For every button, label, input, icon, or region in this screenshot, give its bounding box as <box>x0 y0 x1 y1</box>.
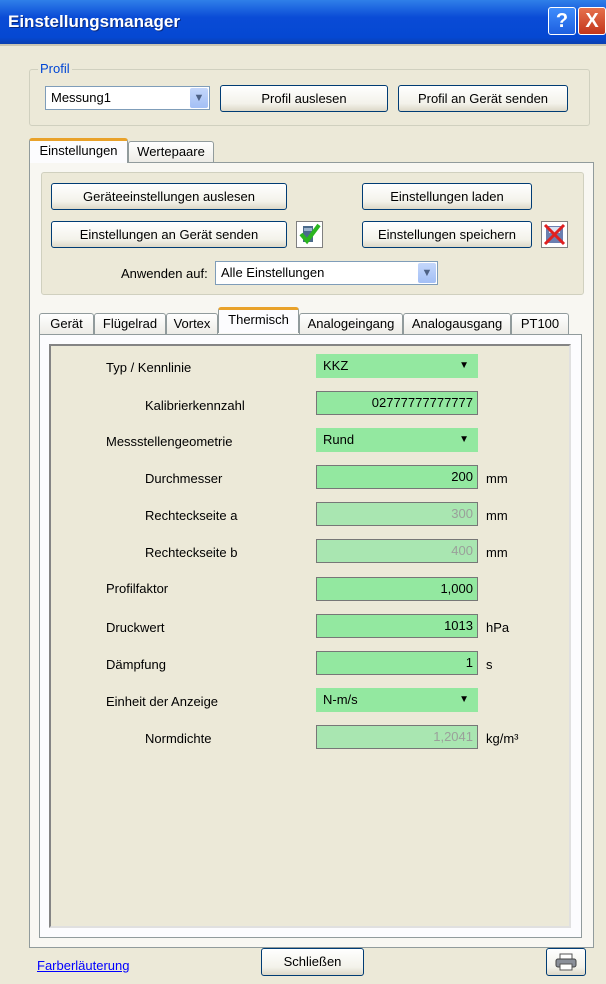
subtab-pt100[interactable]: PT100 <box>511 313 569 335</box>
chevron-down-icon[interactable]: ▼ <box>190 88 208 108</box>
daempfung-field[interactable]: 1 <box>316 651 478 675</box>
settings-manager-window: Einstellungsmanager ? X Profil Messung1 … <box>0 0 606 984</box>
subtab-thermisch[interactable]: Thermisch <box>218 307 299 333</box>
typ-kennlinie-label: Typ / Kennlinie <box>106 360 192 375</box>
rechteckseite-a-field: 300 <box>316 502 478 526</box>
subtab-vortex[interactable]: Vortex <box>166 313 218 335</box>
profilfaktor-label: Profilfaktor <box>106 581 169 596</box>
typ-kennlinie-value: KKZ <box>323 358 349 373</box>
title-separator <box>0 44 606 46</box>
dropdown-arrow-icon[interactable]: ▼ <box>459 355 469 377</box>
rechteckseite-a-label: Rechteckseite a <box>145 508 238 523</box>
color-legend-link[interactable]: Farberläuterung <box>37 958 130 973</box>
apply-to-value: Alle Einstellungen <box>221 265 325 280</box>
normdichte-unit: kg/m³ <box>486 731 519 746</box>
subtab-fluegelrad[interactable]: Flügelrad <box>94 313 166 335</box>
close-button[interactable]: Schließen <box>261 948 364 976</box>
normdichte-label: Normdichte <box>145 731 212 746</box>
druckwert-unit: hPa <box>486 620 510 635</box>
read-device-settings-button[interactable]: Geräteeinstellungen auslesen <box>51 183 287 210</box>
print-button[interactable] <box>546 948 586 976</box>
send-status-check-icon <box>296 221 323 248</box>
profilfaktor-field[interactable]: 1,000 <box>316 577 478 601</box>
send-settings-to-device-button[interactable]: Einstellungen an Gerät senden <box>51 221 287 248</box>
thermisch-settings-grid <box>49 344 571 928</box>
subtab-geraet[interactable]: Gerät <box>39 313 94 335</box>
kalibrierkennzahl-field[interactable]: 02777777777777 <box>316 391 478 415</box>
title-bar[interactable]: Einstellungsmanager ? X <box>0 0 606 44</box>
einheit-anzeige-label: Einheit der Anzeige <box>106 694 219 709</box>
apply-to-select[interactable]: Alle Einstellungen ▼ <box>215 261 438 285</box>
daempfung-label: Dämpfung <box>106 657 166 672</box>
durchmesser-field[interactable]: 200 <box>316 465 478 489</box>
close-window-button[interactable]: X <box>578 7 606 35</box>
daempfung-unit: s <box>486 657 493 672</box>
send-profile-button[interactable]: Profil an Gerät senden <box>398 85 568 112</box>
rechteckseite-b-label: Rechteckseite b <box>145 545 238 560</box>
profil-legend: Profil <box>38 61 72 76</box>
help-button[interactable]: ? <box>548 7 576 35</box>
window-title: Einstellungsmanager <box>8 12 180 31</box>
subtab-analogausgang[interactable]: Analogausgang <box>403 313 511 335</box>
read-profile-button[interactable]: Profil auslesen <box>220 85 388 112</box>
durchmesser-unit: mm <box>486 471 508 486</box>
subtab-analogeingang[interactable]: Analogeingang <box>299 313 403 335</box>
druckwert-label: Druckwert <box>106 620 165 635</box>
dropdown-arrow-icon[interactable]: ▼ <box>459 689 469 711</box>
tab-einstellungen[interactable]: Einstellungen <box>29 138 128 163</box>
rechteckseite-b-unit: mm <box>486 545 508 560</box>
apply-to-label: Anwenden auf: <box>121 266 208 281</box>
load-settings-button[interactable]: Einstellungen laden <box>362 183 532 210</box>
rechteckseite-b-field: 400 <box>316 539 478 563</box>
einheit-anzeige-select[interactable]: N-m/s ▼ <box>316 688 478 712</box>
rechteckseite-a-unit: mm <box>486 508 508 523</box>
kalibrierkennzahl-label: Kalibrierkennzahl <box>145 398 245 413</box>
profile-select[interactable]: Messung1 ▼ <box>45 86 210 110</box>
printer-icon <box>555 953 577 979</box>
dropdown-arrow-icon[interactable]: ▼ <box>459 429 469 451</box>
save-status-error-icon <box>541 221 568 248</box>
tab-wertepaare[interactable]: Wertepaare <box>128 141 214 163</box>
chevron-down-icon[interactable]: ▼ <box>418 263 436 283</box>
save-settings-button[interactable]: Einstellungen speichern <box>362 221 532 248</box>
einheit-anzeige-value: N-m/s <box>323 692 358 707</box>
messstellengeometrie-select[interactable]: Rund ▼ <box>316 428 478 452</box>
messstellengeometrie-value: Rund <box>323 432 355 447</box>
messstellengeometrie-label: Messstellengeometrie <box>106 434 233 449</box>
durchmesser-label: Durchmesser <box>145 471 223 486</box>
normdichte-field: 1,2041 <box>316 725 478 749</box>
druckwert-field[interactable]: 1013 <box>316 614 478 638</box>
profile-select-value: Messung1 <box>51 90 111 105</box>
typ-kennlinie-select[interactable]: KKZ ▼ <box>316 354 478 378</box>
